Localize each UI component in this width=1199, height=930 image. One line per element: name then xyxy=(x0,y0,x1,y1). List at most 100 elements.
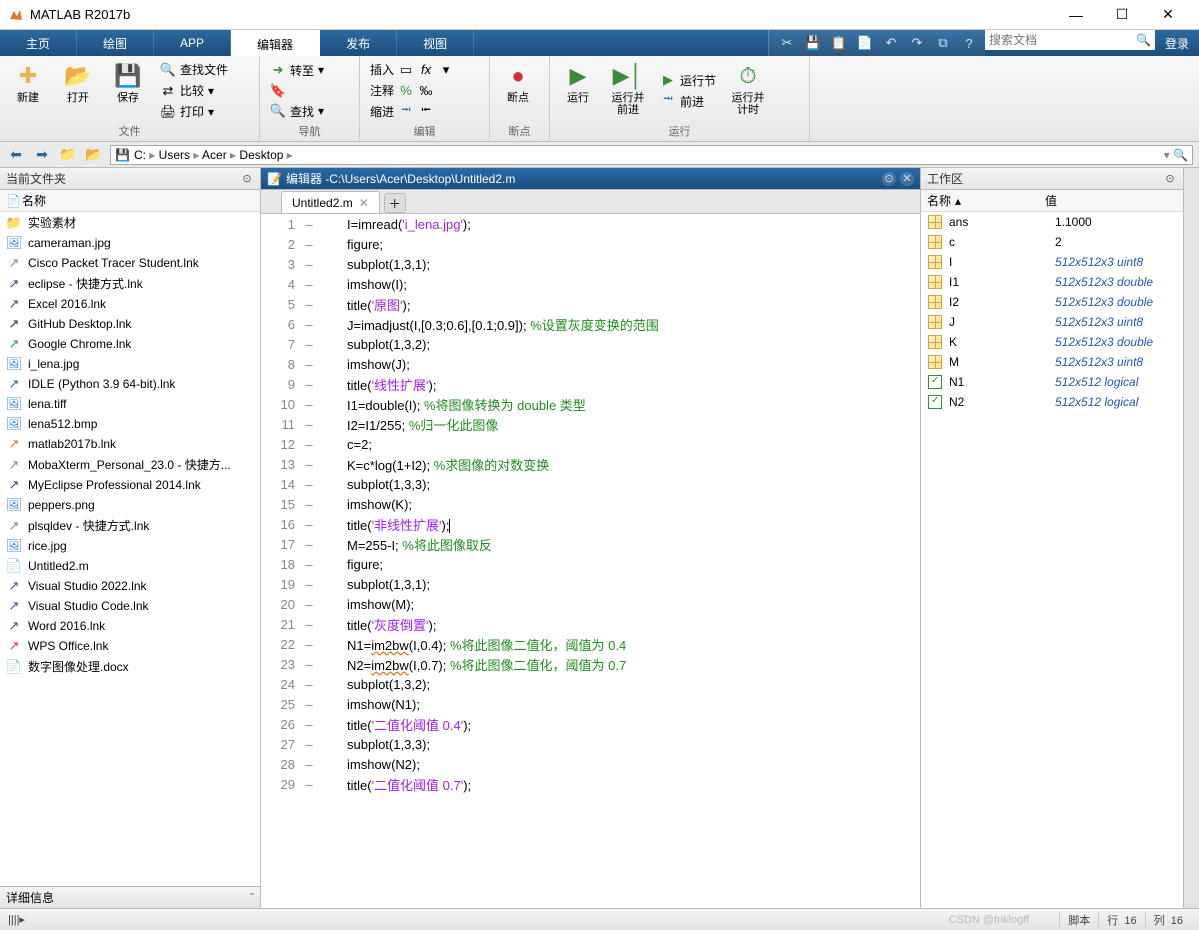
doc-search-input[interactable] xyxy=(989,33,1129,47)
fold-gutter-icon[interactable]: – xyxy=(301,417,317,432)
code-line[interactable]: 27–subplot(1,3,3); xyxy=(261,734,920,754)
file-row[interactable]: ↗Cisco Packet Tracer Student.lnk xyxy=(0,253,260,273)
code-text[interactable]: subplot(1,3,1); xyxy=(317,577,430,592)
code-text[interactable]: J=imadjust(I,[0.3;0.6],[0.1;0.9]); %设置灰度… xyxy=(317,315,659,334)
code-line[interactable]: 6–J=imadjust(I,[0.3;0.6],[0.1;0.9]); %设置… xyxy=(261,314,920,334)
code-line[interactable]: 9–title('线性扩展'); xyxy=(261,374,920,394)
code-line[interactable]: 4–imshow(I); xyxy=(261,274,920,294)
fold-gutter-icon[interactable]: – xyxy=(301,677,317,692)
workspace-var-row[interactable]: J512x512x3 uint8 xyxy=(921,312,1183,332)
code-text[interactable]: title('非线性扩展'); xyxy=(317,515,450,534)
file-row[interactable]: ↗GitHub Desktop.lnk xyxy=(0,314,260,334)
file-row[interactable]: 📄Untitled2.m xyxy=(0,556,260,576)
file-name-col[interactable]: 名称 xyxy=(22,192,254,209)
search-icon[interactable]: 🔍 xyxy=(1136,33,1151,47)
code-line[interactable]: 12–c=2; xyxy=(261,434,920,454)
code-line[interactable]: 20–imshow(M); xyxy=(261,594,920,614)
fold-gutter-icon[interactable]: – xyxy=(301,697,317,712)
fold-gutter-icon[interactable]: – xyxy=(301,737,317,752)
code-text[interactable]: title('线性扩展'); xyxy=(317,375,436,394)
login-button[interactable]: 登录 xyxy=(1155,30,1199,56)
switch-windows-icon[interactable]: ⧉ xyxy=(933,33,953,53)
path-back-button[interactable]: ⬅ xyxy=(6,145,26,165)
fold-gutter-icon[interactable]: – xyxy=(301,217,317,232)
breakpoints-button[interactable]: ● 断点 xyxy=(496,60,540,121)
fold-gutter-icon[interactable]: – xyxy=(301,617,317,632)
main-tab-1[interactable]: 绘图 xyxy=(77,30,154,56)
main-tab-0[interactable]: 主页 xyxy=(0,30,77,56)
fold-gutter-icon[interactable]: – xyxy=(301,337,317,352)
editor-options-icon[interactable]: ⊙ xyxy=(882,172,896,186)
find-files-button[interactable]: 🔍查找文件 xyxy=(156,60,232,79)
fold-gutter-icon[interactable]: – xyxy=(301,437,317,452)
fold-gutter-icon[interactable]: – xyxy=(301,557,317,572)
code-text[interactable]: imshow(J); xyxy=(317,357,410,372)
code-text[interactable]: imshow(N1); xyxy=(317,697,420,712)
code-text[interactable]: figure; xyxy=(317,237,383,252)
code-line[interactable]: 29–title('二值化阈值 0.7'); xyxy=(261,774,920,794)
undo-icon[interactable]: ↶ xyxy=(881,33,901,53)
help-icon[interactable]: ? xyxy=(959,33,979,53)
fold-gutter-icon[interactable]: – xyxy=(301,377,317,392)
path-seg-1[interactable]: Users xyxy=(159,148,190,162)
code-line[interactable]: 3–subplot(1,3,1); xyxy=(261,254,920,274)
file-row[interactable]: ↗MobaXterm_Personal_23.0 - 快捷方... xyxy=(0,454,260,475)
file-row[interactable]: 🖼rice.jpg xyxy=(0,536,260,556)
file-row[interactable]: ↗WPS Office.lnk xyxy=(0,636,260,656)
code-text[interactable]: I1=double(I); %将图像转换为 double 类型 xyxy=(317,395,586,414)
path-fwd-button[interactable]: ➡ xyxy=(32,145,52,165)
editor-close-icon[interactable]: ✕ xyxy=(900,172,914,186)
indent-button[interactable]: 缩进 ⭲ ⭰ xyxy=(366,102,458,121)
workspace-header[interactable]: 工作区 ⊙ xyxy=(921,168,1183,190)
code-text[interactable]: subplot(1,3,2); xyxy=(317,337,430,352)
code-line[interactable]: 15–imshow(K); xyxy=(261,494,920,514)
code-editor[interactable]: 1–I=imread('i_lena.jpg');2–figure;3–subp… xyxy=(261,214,920,908)
code-text[interactable]: N1=im2bw(I,0.4); %将此图像二值化，阈值为 0.4 xyxy=(317,635,626,654)
path-browse-button[interactable]: 📂 xyxy=(84,145,104,165)
code-line[interactable]: 1–I=imread('i_lena.jpg'); xyxy=(261,214,920,234)
run-time-button[interactable]: ⏱运行并 计时 xyxy=(726,60,770,121)
tab-close-icon[interactable]: ✕ xyxy=(359,196,369,210)
path-seg-3[interactable]: Desktop xyxy=(239,148,283,162)
paste-icon[interactable]: 📄 xyxy=(855,33,875,53)
current-folder-header[interactable]: 当前文件夹 ⊙ xyxy=(0,168,260,190)
code-line[interactable]: 11–I2=I1/255; %归一化此图像 xyxy=(261,414,920,434)
code-text[interactable]: title('二值化阈值 0.7'); xyxy=(317,775,471,794)
file-row[interactable]: ↗Word 2016.lnk xyxy=(0,616,260,636)
fold-gutter-icon[interactable]: – xyxy=(301,577,317,592)
code-text[interactable]: I=imread('i_lena.jpg'); xyxy=(317,217,471,232)
code-text[interactable]: title('灰度倒置'); xyxy=(317,615,436,634)
fold-gutter-icon[interactable]: – xyxy=(301,297,317,312)
file-row[interactable]: 🖼i_lena.jpg xyxy=(0,354,260,374)
workspace-options-icon[interactable]: ⊙ xyxy=(1163,172,1177,186)
workspace-var-row[interactable]: I512x512x3 uint8 xyxy=(921,252,1183,272)
code-text[interactable]: title('二值化阈值 0.4'); xyxy=(317,715,471,734)
file-row[interactable]: ↗Google Chrome.lnk xyxy=(0,334,260,354)
workspace-var-row[interactable]: I1512x512x3 double xyxy=(921,272,1183,292)
path-up-button[interactable]: 📁 xyxy=(58,145,78,165)
file-row[interactable]: ↗plsqldev - 快捷方式.lnk xyxy=(0,515,260,536)
fold-gutter-icon[interactable]: – xyxy=(301,477,317,492)
print-button[interactable]: 🖨打印 ▾ xyxy=(156,102,232,121)
file-row[interactable]: 🖼lena512.bmp xyxy=(0,414,260,434)
code-line[interactable]: 2–figure; xyxy=(261,234,920,254)
workspace-var-row[interactable]: N1512x512 logical xyxy=(921,372,1183,392)
doc-search[interactable]: 🔍 xyxy=(985,30,1155,50)
editor-tab-untitled2[interactable]: Untitled2.m ✕ xyxy=(281,191,380,213)
code-text[interactable]: M=255-I; %将此图像取反 xyxy=(317,535,492,554)
code-text[interactable]: imshow(I); xyxy=(317,277,407,292)
main-tab-2[interactable]: APP xyxy=(154,30,231,56)
path-seg-2[interactable]: Acer xyxy=(202,148,227,162)
fold-gutter-icon[interactable]: – xyxy=(301,497,317,512)
panel-options-icon[interactable]: ⊙ xyxy=(240,172,254,186)
window-maximize-button[interactable]: ☐ xyxy=(1099,0,1145,30)
bookmark-button[interactable]: 🔖 xyxy=(266,82,328,100)
address-bar[interactable]: 💾 C: ▸ Users ▸ Acer ▸ Desktop ▸ ▾ 🔍 xyxy=(110,145,1193,165)
workspace-var-row[interactable]: ans1.1000 xyxy=(921,212,1183,232)
code-line[interactable]: 10–I1=double(I); %将图像转换为 double 类型 xyxy=(261,394,920,414)
fold-gutter-icon[interactable]: – xyxy=(301,357,317,372)
code-line[interactable]: 13–K=c*log(1+I2); %求图像的对数变换 xyxy=(261,454,920,474)
code-text[interactable]: imshow(K); xyxy=(317,497,412,512)
window-minimize-button[interactable]: — xyxy=(1053,0,1099,30)
file-row[interactable]: ↗IDLE (Python 3.9 64-bit).lnk xyxy=(0,374,260,394)
